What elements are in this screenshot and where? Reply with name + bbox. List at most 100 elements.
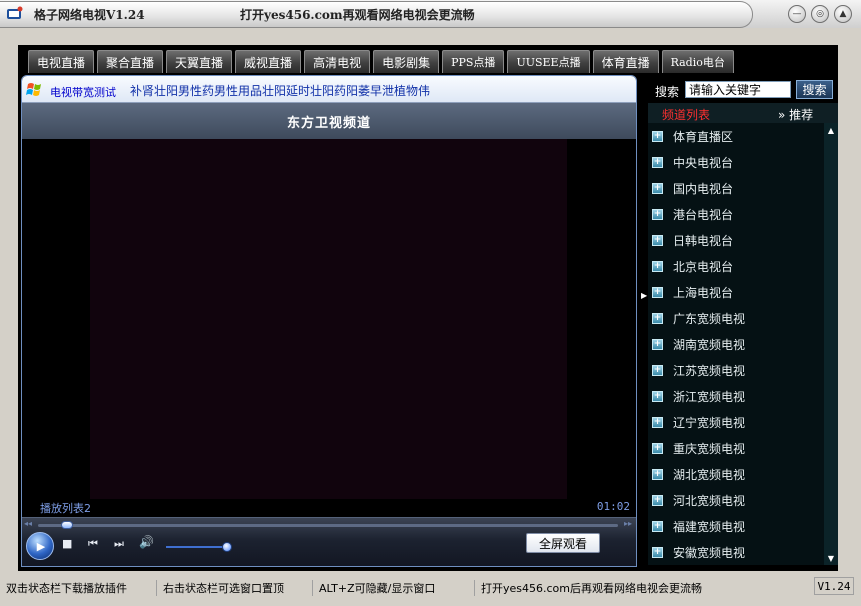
channel-list-item[interactable]: + 重庆宽频电视 (648, 435, 824, 461)
bandwidth-test-link[interactable]: 电视带宽测试 (50, 84, 116, 100)
scroll-down-icon[interactable]: ▼ (824, 551, 838, 565)
expand-plus-icon[interactable]: + (652, 364, 663, 376)
channel-list-item[interactable]: + 中央电视台 (648, 149, 824, 175)
channel-label: 港台电视台 (673, 207, 734, 222)
tab-9[interactable]: Radio电台 (661, 50, 734, 73)
volume-icon[interactable]: 🔊 (139, 536, 154, 548)
stop-icon[interactable]: ■ (62, 538, 72, 549)
channel-list-item[interactable]: + 日韩电视台 (648, 227, 824, 253)
channel-list-item[interactable]: + 体育直播区 (648, 123, 824, 149)
expand-plus-icon[interactable]: + (652, 234, 663, 246)
channel-list-item[interactable]: + 国内电视台 (648, 175, 824, 201)
search-button[interactable]: 搜索 (796, 80, 833, 99)
channel-label: 福建宽频电视 (673, 519, 746, 534)
expand-plus-icon[interactable]: + (652, 338, 663, 350)
volume-handle[interactable] (221, 542, 232, 552)
channel-label: 国内电视台 (673, 181, 734, 196)
channel-label: 日韩电视台 (673, 233, 734, 248)
minimize-button[interactable]: — (788, 5, 806, 23)
channel-list-item[interactable]: + 港台电视台 (648, 201, 824, 227)
ad-bar: 电视带宽测试 补肾壮阳男性药男性用品壮阳延时壮阳药阳萎早泄植物伟 (22, 76, 636, 102)
expand-plus-icon[interactable]: + (652, 208, 663, 220)
tab-2[interactable]: 天翼直播 (166, 50, 233, 73)
channel-list-scrollbar[interactable]: ▲ ▼ (824, 123, 838, 565)
main-frame: 电视直播 聚合直播 天翼直播 威视直播 高清电视 电影剧集 PPS点播 UUSEE点播 体育直播… (18, 45, 838, 571)
panel-toggle-arrow-icon[interactable]: ▶ (641, 291, 647, 300)
player-controls: ◂◂ ▸▸ ▶ ■ ⏮ ⏭ 🔊 全屏观看 (22, 517, 636, 566)
expand-plus-icon[interactable]: + (652, 416, 663, 428)
tab-0[interactable]: 电视直播 (28, 50, 95, 73)
channel-label: 浙江宽频电视 (673, 389, 746, 404)
expand-plus-icon[interactable]: + (652, 520, 663, 532)
previous-icon[interactable]: ⏮ (88, 538, 98, 549)
tab-1[interactable]: 聚合直播 (97, 50, 164, 73)
expand-plus-icon[interactable]: + (652, 468, 663, 480)
tab-8[interactable]: 体育直播 (592, 50, 659, 73)
channel-list-item[interactable]: + 上海电视台 (648, 279, 824, 305)
channel-label: 体育直播区 (673, 129, 734, 144)
seek-forward-icon[interactable]: ▸▸ (624, 519, 632, 528)
app-title: 格子网络电视V1.24 (34, 8, 145, 22)
channel-list-item[interactable]: + 湖北宽频电视 (648, 461, 824, 487)
channel-list-item[interactable]: + 湖南宽频电视 (648, 331, 824, 357)
restore-button[interactable]: ◎ (811, 5, 829, 23)
status-tip-topmost[interactable]: 右击状态栏可选窗口置顶 (156, 580, 284, 596)
category-tabs: 电视直播 聚合直播 天翼直播 威视直播 高清电视 电影剧集 PPS点播 UUSEE点播 体育直播… (28, 50, 734, 75)
channel-label: 重庆宽频电视 (673, 441, 746, 456)
expand-plus-icon[interactable]: + (652, 156, 663, 168)
expand-plus-icon[interactable]: + (652, 312, 663, 324)
tab-6[interactable]: PPS点播 (442, 50, 505, 73)
status-tip-website[interactable]: 打开yes456.com后再观看网络电视会更流畅 (474, 580, 702, 596)
channel-label: 安徽宽频电视 (673, 545, 746, 560)
channel-label: 广东宽频电视 (673, 311, 746, 326)
tab-5[interactable]: 电影剧集 (373, 50, 440, 73)
close-button[interactable]: ▲ (834, 5, 852, 23)
search-label: 搜索 (655, 85, 680, 99)
seek-back-icon[interactable]: ◂◂ (24, 519, 32, 528)
windows-flag-icon (26, 83, 41, 96)
expand-plus-icon[interactable]: + (652, 286, 663, 298)
ad-text-link[interactable]: 补肾壮阳男性药男性用品壮阳延时壮阳药阳萎早泄植物伟 (130, 82, 430, 99)
status-bar[interactable]: 双击状态栏下载播放插件 右击状态栏可选窗口置顶 ALT+Z可隐藏/显示窗口 打开… (0, 576, 861, 598)
expand-plus-icon[interactable]: + (652, 494, 663, 506)
expand-plus-icon[interactable]: + (652, 442, 663, 454)
status-tip-hotkey[interactable]: ALT+Z可隐藏/显示窗口 (312, 580, 435, 596)
play-button[interactable]: ▶ (26, 532, 54, 560)
volume-slider[interactable] (166, 542, 232, 552)
tab-4[interactable]: 高清电视 (304, 50, 371, 73)
channel-list-item[interactable]: + 安徽宽频电视 (648, 539, 824, 565)
app-logo-icon (7, 6, 23, 19)
restore-icon: ◎ (816, 8, 824, 19)
title-slogan: 打开yes456.com再观看网络电视会更流畅 (240, 8, 475, 22)
channel-list-item[interactable]: + 河北宽频电视 (648, 487, 824, 513)
expand-plus-icon[interactable]: + (652, 390, 663, 402)
play-icon: ▶ (36, 539, 46, 553)
seek-handle[interactable] (61, 521, 74, 529)
fullscreen-button[interactable]: 全屏观看 (526, 533, 600, 553)
expand-plus-icon[interactable]: + (652, 182, 663, 194)
tab-7[interactable]: UUSEE点播 (507, 50, 590, 73)
channel-list-item[interactable]: + 北京电视台 (648, 253, 824, 279)
channel-list-title[interactable]: 频道列表 (662, 106, 710, 123)
seek-bar[interactable] (38, 521, 618, 529)
minimize-icon: — (792, 8, 802, 19)
expand-plus-icon[interactable]: + (652, 130, 663, 142)
playlist-label[interactable]: 播放列表2 (40, 500, 91, 516)
recommend-tab[interactable]: » 推荐 (778, 106, 813, 123)
title-bar[interactable]: 格子网络电视V1.24 打开yes456.com再观看网络电视会更流畅 — ◎ … (0, 0, 861, 28)
tab-3[interactable]: 威视直播 (235, 50, 302, 73)
channel-label: 河北宽频电视 (673, 493, 746, 508)
video-screen[interactable] (90, 139, 567, 499)
next-icon[interactable]: ⏭ (114, 538, 124, 549)
expand-plus-icon[interactable]: + (652, 260, 663, 272)
search-input[interactable] (685, 81, 791, 98)
channel-list-item[interactable]: + 福建宽频电视 (648, 513, 824, 539)
scroll-up-icon[interactable]: ▲ (824, 123, 838, 137)
channel-label: 湖北宽频电视 (673, 467, 746, 482)
channel-list-item[interactable]: + 浙江宽频电视 (648, 383, 824, 409)
channel-list-item[interactable]: + 广东宽频电视 (648, 305, 824, 331)
channel-list-item[interactable]: + 辽宁宽频电视 (648, 409, 824, 435)
channel-list-item[interactable]: + 江苏宽频电视 (648, 357, 824, 383)
expand-plus-icon[interactable]: + (652, 546, 663, 558)
status-tip-download[interactable]: 双击状态栏下载播放插件 (6, 580, 127, 596)
